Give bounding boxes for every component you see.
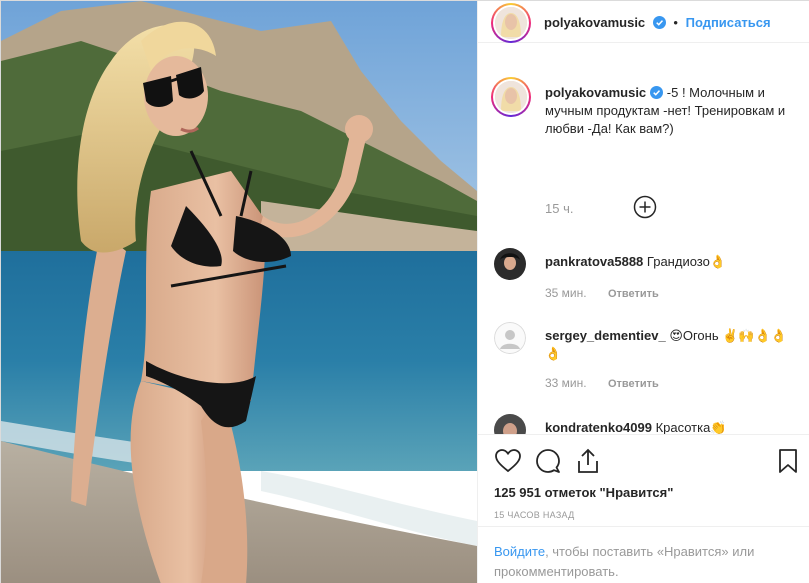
comment-meta: 35 мин. Ответить — [545, 286, 659, 300]
bookmark-icon[interactable] — [774, 447, 802, 475]
comment-meta: 33 мин. Ответить — [545, 376, 659, 390]
comment-avatar[interactable] — [494, 322, 526, 354]
comments-list[interactable]: polyakovamusic -5 ! Молочным и мучным пр… — [478, 44, 809, 434]
author-avatar[interactable] — [491, 3, 531, 43]
avatar-image — [494, 248, 526, 280]
reply-button[interactable]: Ответить — [608, 288, 659, 300]
comment-body: pankratova5888 Грандиозо👌 — [545, 253, 795, 271]
likes-count[interactable]: 125 951 отметок "Нравится" — [494, 485, 673, 500]
comment-text: Грандиозо👌 — [646, 254, 727, 269]
default-avatar-icon — [494, 322, 526, 354]
comment-item: kondratenko4099 Красотка👏 — [491, 414, 801, 434]
post-side-panel: polyakovamusic • Подписаться polyakovamu… — [477, 1, 809, 583]
heart-icon[interactable] — [494, 447, 522, 475]
plus-circle-icon[interactable] — [633, 195, 657, 219]
follow-button[interactable]: Подписаться — [686, 15, 771, 30]
comment-avatar[interactable] — [494, 414, 526, 434]
post-card: polyakovamusic • Подписаться polyakovamu… — [0, 0, 809, 583]
beach-photo-image — [1, 1, 477, 583]
caption-author-avatar[interactable] — [491, 77, 531, 117]
post-photo[interactable] — [1, 1, 477, 583]
share-icon[interactable] — [574, 447, 602, 475]
comment-item: sergey_dementiev_ 😍Огонь ✌️🙌👌👌👌 33 мин. … — [491, 322, 801, 412]
comment-username[interactable]: pankratova5888 — [545, 254, 643, 269]
login-prompt: Войдите, чтобы поставить «Нравится» или … — [478, 526, 809, 583]
comment-avatar[interactable] — [494, 248, 526, 280]
comment-time[interactable]: 35 мин. — [545, 286, 587, 300]
verified-badge-icon — [652, 16, 666, 29]
post-header: polyakovamusic • Подписаться — [478, 1, 809, 43]
comment-username[interactable]: kondratenko4099 — [545, 420, 652, 434]
verified-badge-icon — [650, 86, 664, 99]
login-link[interactable]: Войдите — [494, 544, 545, 559]
comment-icon[interactable] — [534, 447, 562, 475]
comment-body: kondratenko4099 Красотка👏 — [545, 419, 795, 434]
comment-username[interactable]: sergey_dementiev_ — [545, 328, 666, 343]
header-user-line: polyakovamusic • Подписаться — [544, 15, 771, 30]
caption-username[interactable]: polyakovamusic — [545, 85, 646, 100]
comment-time[interactable]: 33 мин. — [545, 376, 587, 390]
comment-body: sergey_dementiev_ 😍Огонь ✌️🙌👌👌👌 — [545, 327, 795, 363]
avatar-image — [495, 81, 527, 113]
header-separator: • — [673, 15, 678, 30]
reply-button[interactable]: Ответить — [608, 378, 659, 390]
caption-text-block: polyakovamusic -5 ! Молочным и мучным пр… — [545, 84, 795, 138]
avatar-image — [495, 7, 527, 39]
author-username[interactable]: polyakovamusic — [544, 15, 645, 30]
avatar-image — [494, 414, 526, 434]
caption-time[interactable]: 15 ч. — [545, 201, 573, 216]
comment-text: Красотка👏 — [655, 420, 727, 434]
post-age[interactable]: 15 ЧАСОВ НАЗАД — [494, 510, 575, 520]
